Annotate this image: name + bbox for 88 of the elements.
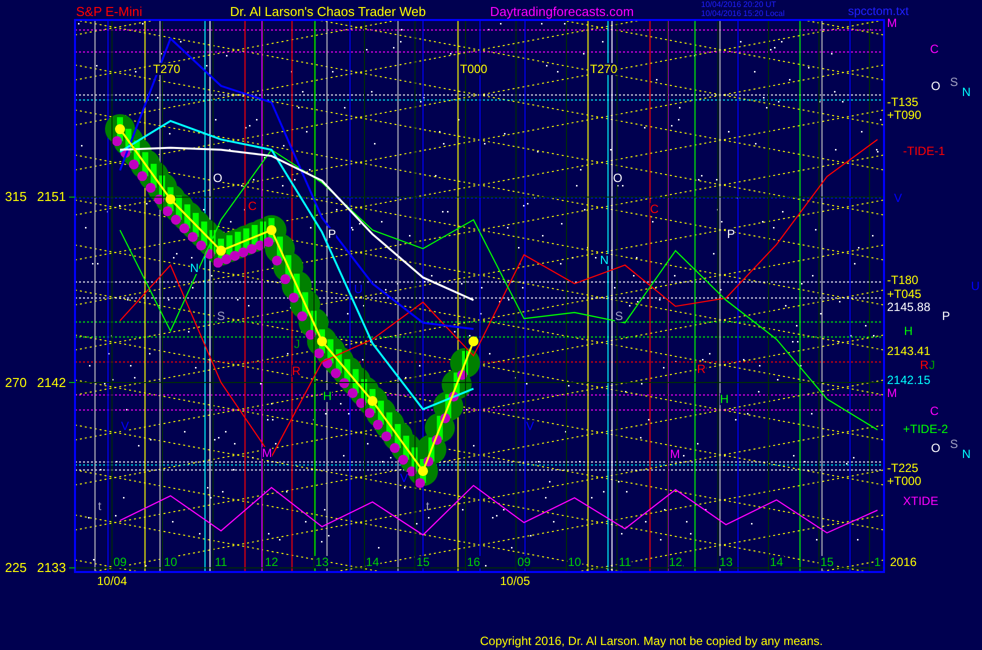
date-label: 10/05	[500, 575, 530, 587]
chart-marker-label: U	[354, 283, 363, 295]
chart-marker-label: P	[328, 228, 336, 240]
level-label: -T225	[887, 462, 918, 474]
chart-marker-label: H	[720, 393, 729, 405]
chart-marker-label: O	[213, 172, 222, 184]
chart-marker-label: S	[217, 310, 226, 322]
hour-label: 10	[162, 556, 178, 568]
level-label: +T000	[887, 475, 922, 487]
level-label: M	[887, 387, 897, 399]
hour-label: 10	[566, 556, 582, 568]
hour-label: 13	[314, 556, 330, 568]
level-label: S	[950, 438, 958, 450]
chart-marker-label: N	[190, 262, 199, 274]
chart-marker-label: V	[121, 420, 130, 432]
chart-marker-label: H	[323, 390, 332, 402]
chart-marker-label: R	[292, 365, 301, 377]
level-label: +T045	[887, 288, 922, 300]
series-label: XTIDE	[903, 495, 938, 507]
chart-marker-label: C	[650, 203, 659, 215]
chart-marker-label: O	[613, 172, 622, 184]
y-axis-label: 2142	[37, 376, 66, 388]
level-label: S	[950, 76, 958, 88]
series-label: -TIDE-1	[903, 145, 945, 157]
timestamp: 10/04/2016 15:20 Local	[701, 10, 785, 18]
timestamp: 10/04/2016 20:20 UT	[701, 1, 776, 9]
chart-marker-label: P	[727, 228, 736, 240]
year-label: 2016	[890, 556, 917, 568]
level-label: R	[920, 359, 929, 371]
chart-marker-label: M	[262, 447, 272, 459]
chart-marker-label: R	[697, 363, 706, 375]
level-label: C	[930, 405, 939, 417]
chart-marker-label: V	[400, 472, 408, 484]
level-label: M	[887, 17, 897, 29]
level-label: N	[962, 448, 971, 460]
series-label: +TIDE-2	[903, 423, 948, 435]
y-axis-label: 2133	[37, 560, 66, 574]
hour-label: 15	[415, 556, 431, 568]
level-label: 2143.41	[887, 345, 930, 357]
angle-label: 270	[5, 376, 27, 388]
level-label: V	[894, 192, 902, 204]
level-label: 2142.15	[887, 374, 930, 386]
level-label: H	[904, 325, 913, 337]
chart-marker-label: T270	[590, 63, 618, 75]
chart-marker-label: t	[426, 500, 430, 512]
hour-label: 1	[873, 556, 882, 568]
hour-label: 13	[718, 556, 734, 568]
symbol-title: S&P E-Mini	[76, 5, 142, 18]
hour-label: 09	[112, 556, 128, 568]
level-label: 2145.88	[887, 301, 930, 313]
hour-label: 14	[364, 556, 380, 568]
level-label: J	[929, 359, 935, 371]
point	[216, 246, 226, 256]
hour-label: 12	[668, 556, 684, 568]
copyright-text: Copyright 2016, Dr. Al Larson. May not be copied by any means.	[480, 635, 823, 647]
hour-label: 09	[516, 556, 532, 568]
hour-label: 14	[768, 556, 784, 568]
level-label: O	[931, 442, 940, 454]
chart-marker-label: T000	[460, 63, 488, 75]
hour-label: 11	[214, 556, 228, 568]
point	[468, 336, 478, 346]
level-label: P	[942, 310, 950, 322]
level-label: C	[930, 43, 939, 55]
level-label: U	[971, 280, 980, 292]
chart-marker-label: J	[294, 338, 300, 350]
site-link[interactable]: Daytradingforecasts.com	[490, 5, 634, 18]
y-axis-label: 2151	[37, 190, 66, 204]
level-label: O	[931, 80, 940, 92]
page-title: Dr. Al Larson's Chaos Trader Web	[230, 5, 426, 18]
chart-marker-label: M	[670, 448, 680, 460]
file-name: spcctom.txt	[848, 5, 909, 17]
chart-marker-label: V	[526, 420, 534, 432]
chart-marker-label: T270	[153, 63, 180, 75]
date-label: 10/04	[97, 575, 128, 587]
level-label: -T135	[887, 96, 918, 108]
chart-marker-label: C	[248, 200, 257, 212]
chart-marker-label: S	[615, 310, 624, 322]
hour-label: 12	[264, 556, 280, 568]
level-label: +T090	[887, 109, 922, 121]
hour-label: 15	[819, 556, 835, 568]
level-label: N	[962, 86, 971, 98]
angle-label: 225	[5, 560, 27, 574]
chart-marker-label: t	[98, 500, 102, 512]
chart-marker-label: N	[600, 254, 609, 266]
hour-label: 16	[466, 556, 482, 568]
level-label: -T180	[887, 274, 918, 286]
hour-label: 11	[618, 556, 632, 568]
angle-label: 315	[5, 190, 27, 204]
